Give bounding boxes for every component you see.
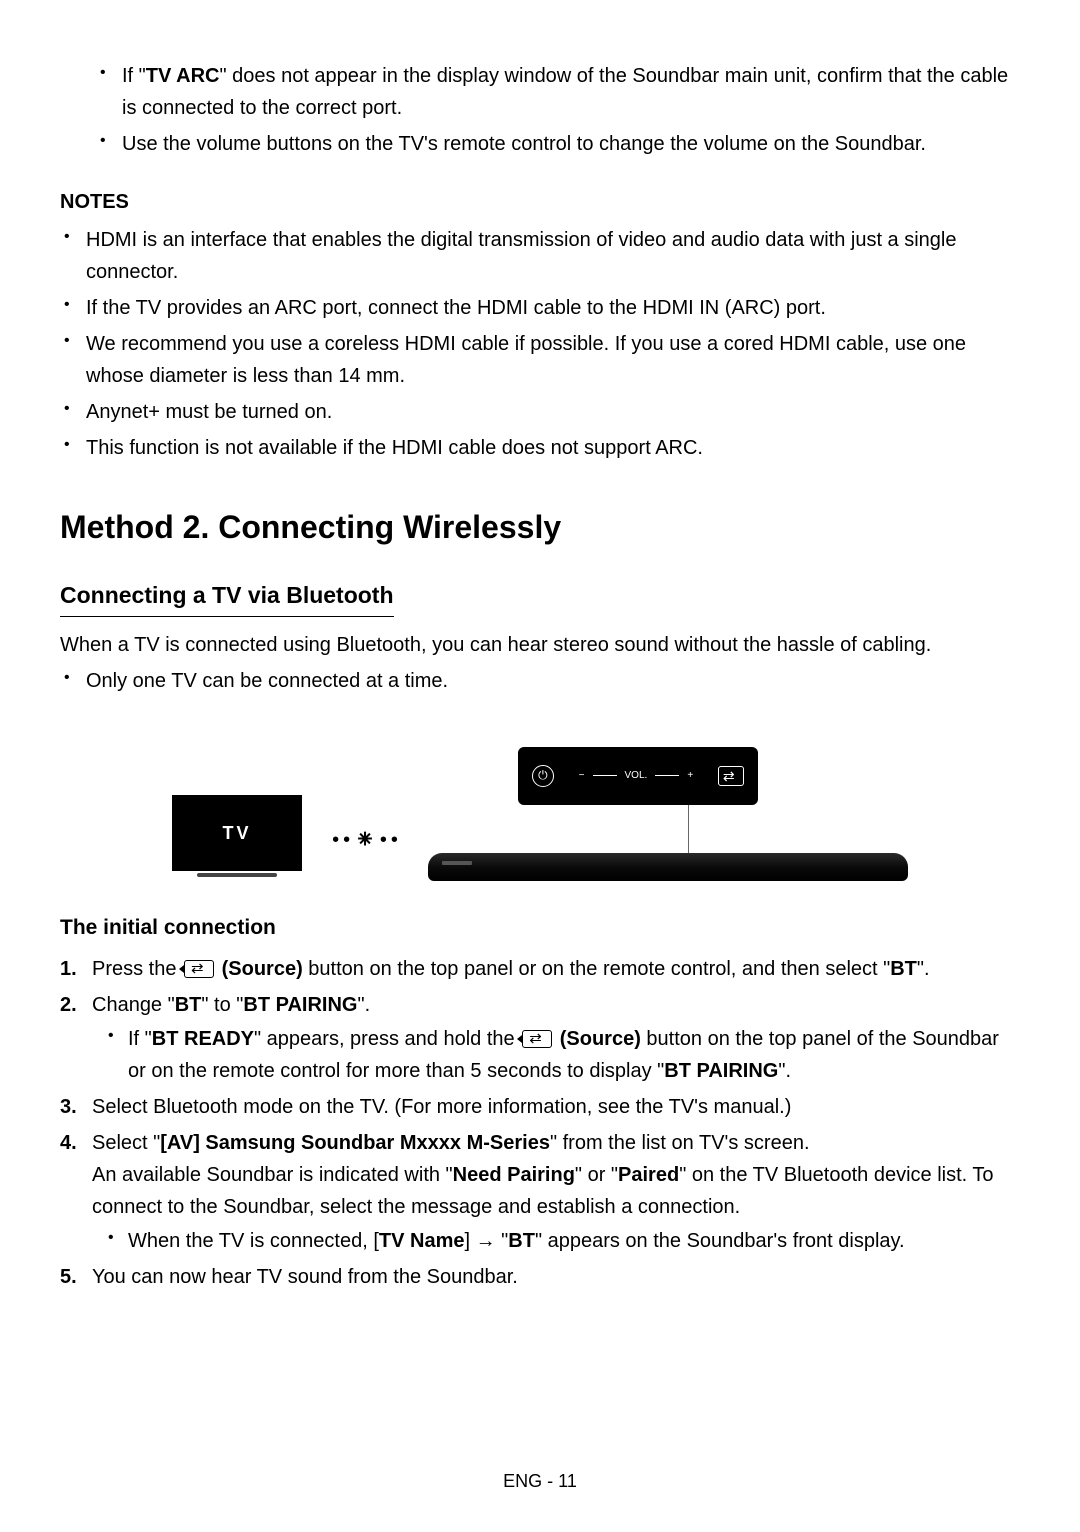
text: If " bbox=[128, 1028, 152, 1050]
text-bold: (Source) bbox=[216, 958, 303, 980]
method-title: Method 2. Connecting Wirelessly bbox=[60, 502, 1020, 553]
text: ". bbox=[778, 1060, 791, 1082]
text-bold: [AV] Samsung Soundbar Mxxxx M-Series bbox=[160, 1132, 550, 1154]
vol-line bbox=[655, 775, 679, 776]
sub-heading: Connecting a TV via Bluetooth bbox=[60, 577, 394, 617]
list-item: When the TV is connected, [TV Name] → "B… bbox=[128, 1225, 1020, 1257]
dot: • bbox=[332, 824, 339, 856]
minus-icon: − bbox=[579, 768, 585, 784]
page-footer: ENG - 11 bbox=[0, 1471, 1080, 1492]
text: ] → " bbox=[464, 1230, 508, 1252]
dot: • bbox=[380, 824, 387, 856]
text: Press the bbox=[92, 958, 182, 980]
list-item: HDMI is an interface that enables the di… bbox=[86, 224, 1020, 288]
soundbar-illustration bbox=[428, 853, 908, 881]
step-item: Select "[AV] Samsung Soundbar Mxxxx M-Se… bbox=[92, 1127, 1020, 1257]
source-icon bbox=[522, 1030, 552, 1048]
bluetooth-icon: ⁕ bbox=[354, 819, 376, 861]
list-item: We recommend you use a coreless HDMI cab… bbox=[86, 328, 1020, 392]
intro-text: When a TV is connected using Bluetooth, … bbox=[60, 629, 1020, 661]
step-item: Select Bluetooth mode on the TV. (For mo… bbox=[92, 1091, 1020, 1123]
text: " or " bbox=[575, 1164, 618, 1186]
text: An available Soundbar is indicated with … bbox=[92, 1164, 453, 1186]
list-item: If the TV provides an ARC port, connect … bbox=[86, 292, 1020, 324]
text-bold: (Source) bbox=[554, 1028, 641, 1050]
vol-label: VOL. bbox=[625, 768, 648, 784]
text: ". bbox=[357, 994, 370, 1016]
text-bold: BT PAIRING bbox=[243, 994, 357, 1016]
text: Select " bbox=[92, 1132, 160, 1154]
text-bold: BT bbox=[890, 958, 917, 980]
text: " to " bbox=[201, 994, 243, 1016]
text: If " bbox=[122, 65, 146, 87]
vol-line bbox=[593, 775, 617, 776]
dot: • bbox=[343, 824, 350, 856]
volume-section: − VOL. + bbox=[579, 768, 693, 784]
tv-illustration: TV bbox=[172, 795, 302, 877]
list-item: Only one TV can be connected at a time. bbox=[86, 665, 1020, 697]
dot: • bbox=[391, 824, 398, 856]
text: When the TV is connected, [ bbox=[128, 1230, 379, 1252]
plus-icon: + bbox=[687, 768, 693, 784]
power-button-icon: ⏻ bbox=[532, 765, 554, 787]
sub-bullet-list: If "BT READY" appears, press and hold th… bbox=[92, 1023, 1020, 1087]
single-bullet-list: Only one TV can be connected at a time. bbox=[60, 665, 1020, 697]
text-bold: BT PAIRING bbox=[664, 1060, 778, 1082]
list-item: Use the volume buttons on the TV's remot… bbox=[122, 128, 1020, 160]
text-bold: BT bbox=[175, 994, 202, 1016]
tv-screen: TV bbox=[172, 795, 302, 871]
notes-heading: NOTES bbox=[60, 186, 1020, 218]
steps-list: Press the (Source) button on the top pan… bbox=[60, 953, 1020, 1293]
step-item: You can now hear TV sound from the Sound… bbox=[92, 1261, 1020, 1293]
list-item: If "TV ARC" does not appear in the displ… bbox=[122, 60, 1020, 124]
text-bold: BT bbox=[508, 1230, 535, 1252]
text: Change " bbox=[92, 994, 175, 1016]
tv-stand bbox=[197, 873, 277, 877]
text: " from the list on TV's screen. bbox=[550, 1132, 810, 1154]
initial-connection-heading: The initial connection bbox=[60, 911, 1020, 945]
source-icon bbox=[184, 960, 214, 978]
remote-control-illustration: ⏻ − VOL. + bbox=[518, 747, 758, 805]
pointer-line bbox=[688, 805, 689, 853]
text-bold: BT READY bbox=[152, 1028, 254, 1050]
list-item: Anynet+ must be turned on. bbox=[86, 396, 1020, 428]
text-bold: TV Name bbox=[379, 1230, 465, 1252]
notes-list: HDMI is an interface that enables the di… bbox=[60, 224, 1020, 464]
text-bold: Need Pairing bbox=[453, 1164, 575, 1186]
source-button-icon bbox=[718, 766, 744, 786]
text-bold: TV ARC bbox=[146, 65, 220, 87]
text: " appears, press and hold the bbox=[254, 1028, 520, 1050]
list-item: If "BT READY" appears, press and hold th… bbox=[128, 1023, 1020, 1087]
text: " appears on the Soundbar's front displa… bbox=[535, 1230, 905, 1252]
text-bold: Paired bbox=[618, 1164, 679, 1186]
remote-soundbar-group: ⏻ − VOL. + bbox=[428, 747, 908, 881]
text: button on the top panel or on the remote… bbox=[303, 958, 891, 980]
connection-diagram: TV •• ⁕ •• ⏻ − VOL. + bbox=[60, 711, 1020, 881]
bluetooth-signal-icon: •• ⁕ •• bbox=[332, 819, 398, 861]
top-bullet-list: If "TV ARC" does not appear in the displ… bbox=[60, 60, 1020, 160]
text: " does not appear in the display window … bbox=[122, 65, 1008, 119]
step-item: Press the (Source) button on the top pan… bbox=[92, 953, 1020, 985]
step-item: Change "BT" to "BT PAIRING". If "BT READ… bbox=[92, 989, 1020, 1087]
text: ". bbox=[917, 958, 930, 980]
list-item: This function is not available if the HD… bbox=[86, 432, 1020, 464]
sub-bullet-list: When the TV is connected, [TV Name] → "B… bbox=[92, 1225, 1020, 1257]
